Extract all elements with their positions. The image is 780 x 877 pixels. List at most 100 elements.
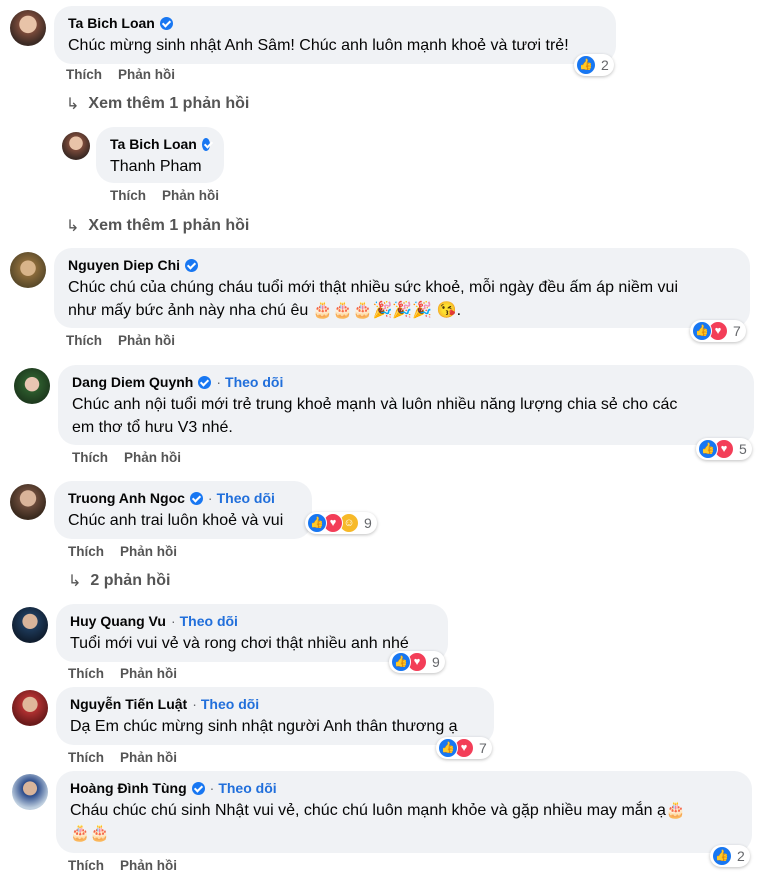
reaction-count: 2: [601, 57, 609, 73]
commenter-name[interactable]: Ta Bich Loan: [68, 14, 155, 32]
reply-arrow-icon: ↳: [68, 573, 82, 590]
like-reaction-icon: 👍: [692, 321, 712, 341]
like-button[interactable]: Thích: [110, 188, 146, 203]
verified-badge-icon: [189, 491, 203, 505]
reaction-summary[interactable]: 👍 ♥ ☺ 9: [305, 512, 377, 534]
comment-text-line: Chúc anh nội tuổi mới trẻ trung khoẻ mạn…: [72, 396, 678, 413]
comment-actions: Thích Phản hồi: [110, 188, 235, 203]
comment-actions: Thích Phản hồi: [66, 67, 191, 82]
reply-button[interactable]: Phản hồi: [124, 450, 181, 465]
view-more-label: 2 phản hồi: [90, 572, 171, 589]
reaction-summary[interactable]: 👍 ♥ 5: [696, 438, 752, 460]
comment-bubble: Dang Diem Quynh · Theo dõi Chúc anh nội tu…: [58, 365, 754, 445]
like-reaction-icon: 👍: [438, 738, 458, 758]
separator-dot: ·: [192, 696, 197, 712]
like-button[interactable]: Thích: [66, 333, 102, 348]
view-more-replies[interactable]: ↳ Xem thêm 1 phản hồi: [66, 216, 249, 236]
reaction-count: 5: [739, 441, 747, 457]
reply-bubble: Ta Bich Loan Thanh Pham: [96, 127, 224, 183]
reply-button[interactable]: Phản hồi: [120, 544, 177, 559]
reaction-count: 2: [737, 848, 745, 864]
like-button[interactable]: Thích: [68, 544, 104, 559]
follow-button[interactable]: Theo dõi: [217, 489, 275, 507]
reaction-count: 9: [432, 654, 440, 670]
commenter-name[interactable]: Truong Anh Ngoc: [68, 489, 185, 507]
comment-bubble: Nguyễn Tiến Luật · Theo dõi Dạ Em chúc mừn…: [56, 687, 494, 745]
follow-button[interactable]: Theo dõi: [218, 779, 276, 797]
avatar[interactable]: [62, 132, 90, 160]
avatar[interactable]: [12, 690, 48, 726]
avatar[interactable]: [12, 774, 48, 810]
like-button[interactable]: Thích: [72, 450, 108, 465]
reply-button[interactable]: Phản hồi: [120, 858, 177, 873]
separator-dot: ·: [216, 374, 222, 390]
comment-bubble: Hoàng Đình Tùng · Theo dõi Cháu chúc chú s…: [56, 771, 752, 853]
like-reaction-icon: 👍: [307, 513, 327, 533]
reaction-count: 7: [733, 323, 741, 339]
reply-arrow-icon: ↳: [66, 218, 80, 235]
verified-badge-icon: [191, 781, 205, 795]
reply-button[interactable]: Phản hồi: [118, 333, 175, 348]
reply-button[interactable]: Phản hồi: [118, 67, 175, 82]
emoji-sequence: 🎂🎂: [70, 825, 110, 842]
comment-actions: Thích Phản hồi: [68, 750, 193, 765]
avatar[interactable]: [10, 252, 46, 288]
follow-button[interactable]: Theo dõi: [225, 373, 283, 391]
view-more-replies[interactable]: ↳ Xem thêm 1 phản hồi: [66, 94, 249, 114]
reaction-count: 9: [364, 515, 372, 531]
commenter-name[interactable]: Ta Bich Loan: [110, 135, 197, 153]
like-reaction-icon: 👍: [712, 846, 732, 866]
commenter-name[interactable]: Nguyễn Tiến Luật: [70, 695, 187, 713]
comment-actions: Thích Phản hồi: [72, 450, 197, 465]
avatar[interactable]: [12, 607, 48, 643]
separator-dot: ·: [170, 613, 176, 629]
reply-button[interactable]: Phản hồi: [120, 750, 177, 765]
reaction-summary[interactable]: 👍 2: [710, 845, 750, 867]
comment-text: Tuổi mới vui vẻ và rong chơi thật nhiều …: [70, 635, 409, 652]
separator-dot: ·: [207, 490, 213, 506]
follow-button[interactable]: Theo dõi: [180, 612, 238, 630]
comment-text: Thanh Pham: [110, 158, 202, 175]
reaction-summary[interactable]: 👍 ♥ 7: [436, 737, 492, 759]
comment-actions: Thích Phản hồi: [66, 333, 191, 348]
like-button[interactable]: Thích: [68, 666, 104, 681]
like-reaction-icon: 👍: [576, 55, 596, 75]
follow-button[interactable]: Theo dõi: [201, 695, 259, 713]
comment-bubble: Nguyen Diep Chi Chúc chú của chúng cháu …: [54, 248, 750, 328]
comment-text-line: Chúc chú của chúng cháu tuổi mới thật nh…: [68, 279, 678, 296]
reply-button[interactable]: Phản hồi: [120, 666, 177, 681]
reply-arrow-icon: ↳: [66, 96, 80, 113]
separator-dot: ·: [209, 780, 215, 796]
view-more-label: Xem thêm 1 phản hồi: [88, 217, 250, 234]
like-button[interactable]: Thích: [66, 67, 102, 82]
comment-text: Cháu chúc chú sinh Nhật vui vẻ, chúc chú…: [70, 802, 686, 819]
verified-badge-icon: [198, 375, 212, 389]
commenter-name[interactable]: Dang Diem Quynh: [72, 373, 193, 391]
verified-badge-icon: [185, 258, 199, 272]
reaction-count: 7: [479, 740, 487, 756]
reply-button[interactable]: Phản hồi: [162, 188, 219, 203]
commenter-name[interactable]: Huy Quang Vu: [70, 612, 166, 630]
reaction-summary[interactable]: 👍 ♥ 9: [389, 651, 445, 673]
comment-actions: Thích Phản hồi: [68, 544, 193, 559]
like-reaction-icon: 👍: [698, 439, 718, 459]
avatar[interactable]: [10, 10, 46, 46]
reaction-summary[interactable]: 👍 2: [574, 54, 614, 76]
comment-actions: Thích Phản hồi: [68, 666, 193, 681]
reaction-summary[interactable]: 👍 ♥ 7: [690, 320, 746, 342]
like-button[interactable]: Thích: [68, 750, 104, 765]
avatar[interactable]: [14, 368, 50, 404]
comment-actions: Thích Phản hồi: [68, 858, 193, 873]
comment-text: Dạ Em chúc mừng sinh nhật người Anh thân…: [70, 718, 458, 735]
comment-text-line: em thơ tổ hưu V3 nhé.: [72, 419, 233, 436]
comment-text: Chúc anh trai luôn khoẻ và vui: [68, 512, 284, 529]
comment-bubble: Huy Quang Vu · Theo dõi Tuổi mới vui vẻ và…: [56, 604, 448, 662]
avatar[interactable]: [10, 484, 46, 520]
commenter-name[interactable]: Nguyen Diep Chi: [68, 256, 180, 274]
like-button[interactable]: Thích: [68, 858, 104, 873]
view-more-replies[interactable]: ↳ 2 phản hồi: [68, 571, 170, 591]
comment-text-line: như mấy bức ảnh này nha chú êu: [68, 302, 309, 319]
commenter-name[interactable]: Hoàng Đình Tùng: [70, 779, 187, 797]
view-more-label: Xem thêm 1 phản hồi: [88, 95, 250, 112]
emoji-sequence: 🎂🎂🎂🎉🎉🎉 😘.: [312, 302, 462, 319]
